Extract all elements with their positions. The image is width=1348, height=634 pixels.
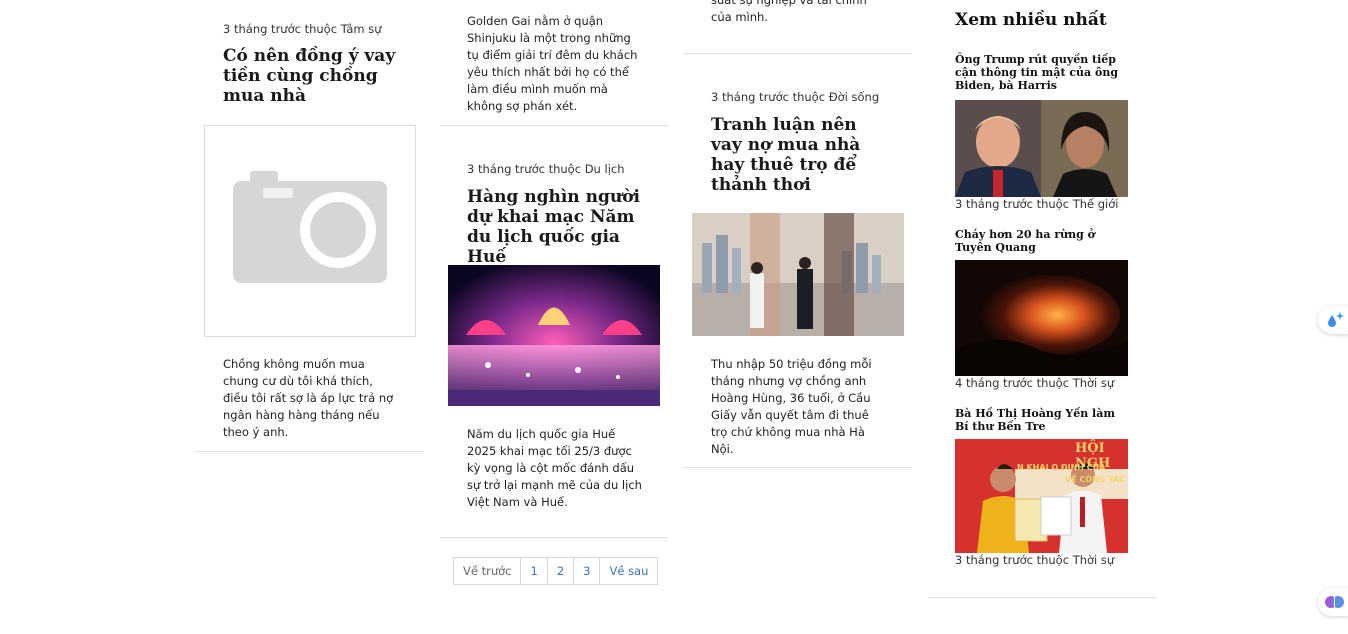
sidebar-item-thumbnail[interactable] bbox=[955, 100, 1128, 197]
pagination-page-3[interactable]: 3 bbox=[574, 558, 601, 584]
politicians-photo bbox=[955, 100, 1128, 197]
article-thumbnail[interactable] bbox=[204, 125, 416, 337]
brain-icon bbox=[1325, 596, 1344, 608]
festival-stage-image bbox=[448, 265, 660, 406]
divider bbox=[684, 53, 912, 54]
article-meta: 3 tháng trước thuộc Tâm sự bbox=[223, 22, 382, 36]
divider bbox=[684, 467, 912, 468]
pagination-next[interactable]: Về sau bbox=[600, 558, 657, 584]
article-excerpt: Golden Gai nằm ở quận Shinjuku là một tr… bbox=[467, 14, 638, 113]
article-meta: 3 tháng trước thuộc Du lịch bbox=[467, 162, 625, 176]
article-title[interactable]: Có nên đồng ý vay tiền cùng chồng mua nh… bbox=[223, 46, 403, 106]
divider bbox=[928, 597, 1156, 598]
sidebar-item-thumbnail[interactable]: HỘI NGH N KHAI Q ĐỊNH CỦA VỀ CÔNG TÁC C bbox=[955, 439, 1128, 553]
article-excerpt: Năm du lịch quốc gia Huế 2025 khai mạc t… bbox=[467, 427, 642, 509]
sidebar-item-title[interactable]: Ông Trump rút quyền tiếp cận thông tin m… bbox=[955, 53, 1127, 92]
article-thumbnail[interactable] bbox=[692, 213, 904, 336]
sidebar-item-title[interactable]: Cháy hơn 20 ha rừng ở Tuyên Quang bbox=[955, 228, 1127, 254]
pagination-page-1[interactable]: 1 bbox=[521, 558, 548, 584]
article-excerpt: Thu nhập 50 triệu đồng mỗi tháng nhưng v… bbox=[711, 357, 872, 456]
real-estate-model-image bbox=[692, 213, 904, 336]
floating-assistant-button[interactable] bbox=[1318, 306, 1348, 334]
article-excerpt: Chồng không muốn mua chung cư dù tôi khá… bbox=[223, 357, 394, 439]
sidebar-item-meta: 3 tháng trước thuộc Thời sự bbox=[955, 553, 1115, 567]
sidebar-item-thumbnail[interactable] bbox=[955, 260, 1128, 376]
sidebar-heading: Xem nhiều nhất bbox=[955, 10, 1107, 30]
sidebar-item-meta: 4 tháng trước thuộc Thời sự bbox=[955, 376, 1115, 390]
sidebar-item-meta: 3 tháng trước thuộc Thế giới bbox=[955, 197, 1119, 211]
article-meta: 3 tháng trước thuộc Đời sống bbox=[711, 90, 880, 104]
pagination-page-2[interactable]: 2 bbox=[548, 558, 575, 584]
divider bbox=[440, 125, 668, 126]
article-thumbnail[interactable] bbox=[448, 265, 660, 406]
article-title[interactable]: Tranh luận nên vay nợ mua nhà hay thuê t… bbox=[711, 115, 887, 195]
divider bbox=[440, 537, 668, 538]
divider bbox=[196, 451, 424, 452]
banner-text: VỀ CÔNG TÁC C bbox=[1065, 475, 1128, 484]
article-title[interactable]: Hàng nghìn người dự khai mạc Năm du lịch… bbox=[467, 187, 647, 267]
camera-placeholder-icon bbox=[233, 171, 387, 283]
article-excerpt: suất sự nghiệp và tài chính của mình. bbox=[711, 0, 867, 24]
pagination-prev[interactable]: Về trước bbox=[454, 558, 522, 584]
banner-text: N KHAI Q ĐỊNH CỦA bbox=[1017, 463, 1106, 472]
floating-ai-button[interactable] bbox=[1318, 588, 1348, 616]
sparkle-droplet-icon bbox=[1328, 312, 1344, 327]
forest-fire-photo bbox=[955, 260, 1128, 376]
sidebar-item-title[interactable]: Bà Hồ Thị Hoàng Yến làm Bí thư Bến Tre bbox=[955, 407, 1127, 433]
pagination: Về trước 1 2 3 Về sau bbox=[453, 557, 659, 585]
